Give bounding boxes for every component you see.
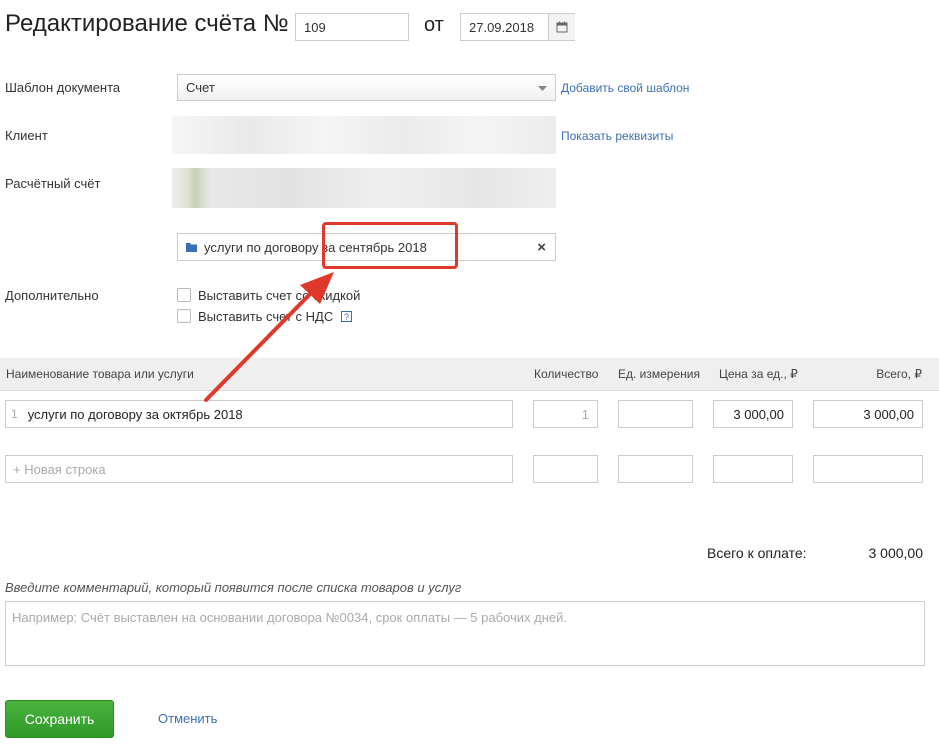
annotation-arrow [204,272,334,402]
